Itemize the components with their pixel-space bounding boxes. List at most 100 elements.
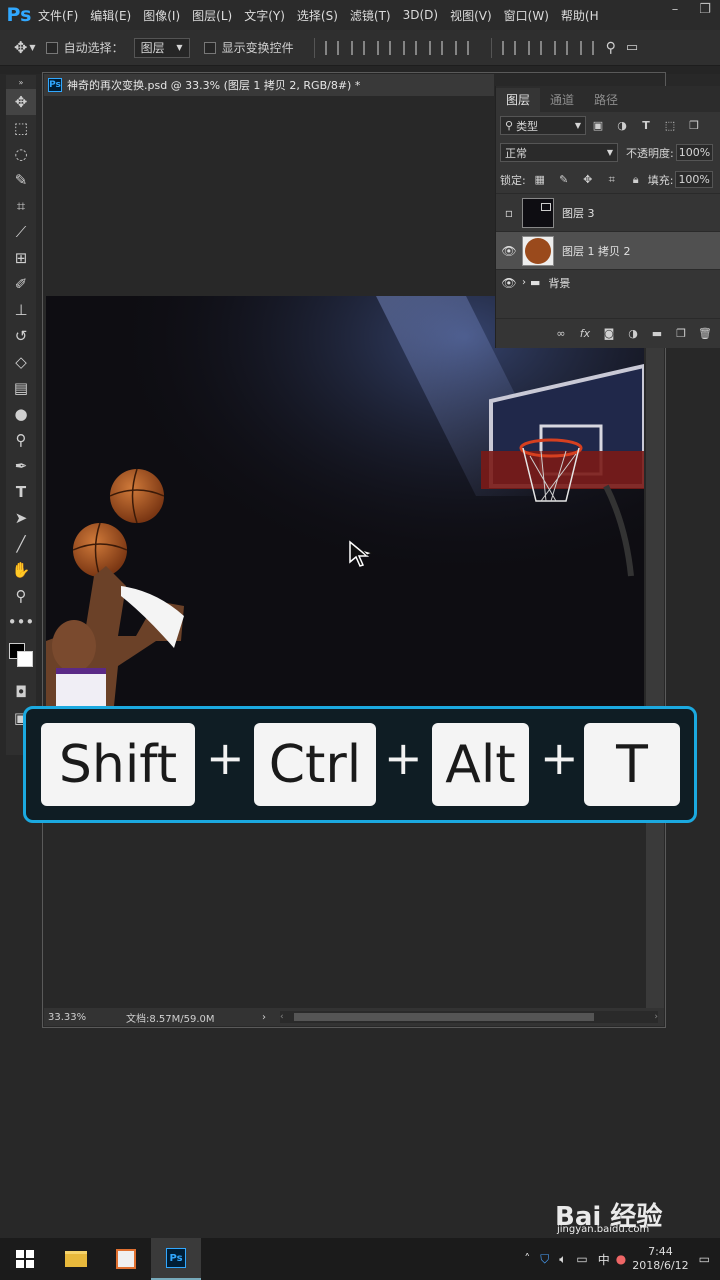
align-right-icon[interactable]	[454, 40, 469, 55]
blend-mode-dropdown[interactable]: 正常 ▼	[500, 143, 618, 162]
menu-filter[interactable]: 滤镜(T)	[350, 7, 391, 24]
search-icon[interactable]: ⚲	[606, 40, 616, 56]
type-tool-icon[interactable]: T	[6, 479, 36, 505]
status-menu-arrow-icon[interactable]: ›	[262, 1012, 274, 1023]
eye-icon[interactable]: 👁︎	[496, 244, 522, 258]
move-tool-icon[interactable]: ✥	[14, 38, 27, 57]
more-tools-icon[interactable]: •••	[6, 609, 36, 635]
windows-start-icon[interactable]	[0, 1238, 50, 1280]
layer-filter-dropdown[interactable]: ⚲ 类型 ▼	[500, 116, 586, 135]
menu-view[interactable]: 视图(V)	[450, 7, 492, 24]
scroll-left-icon[interactable]: ‹	[280, 1012, 284, 1022]
lock-pixels-icon[interactable]: ✎	[557, 173, 571, 187]
layer-name[interactable]: 背景	[548, 275, 570, 291]
lasso-tool-icon[interactable]: ◌	[6, 141, 36, 167]
lock-position-icon[interactable]: ✥	[581, 173, 595, 187]
fx-icon[interactable]: fx	[578, 327, 592, 341]
menu-file[interactable]: 文件(F)	[38, 7, 78, 24]
tab-paths[interactable]: 路径	[584, 88, 628, 112]
lock-artboard-icon[interactable]: ⌗	[605, 173, 619, 187]
layer-name[interactable]: 图层 1 拷贝 2	[562, 243, 631, 259]
dodge-tool-icon[interactable]: ⚲	[6, 427, 36, 453]
document-tab[interactable]: Ps 神奇的再次变换.psd @ 33.3% (图层 1 拷贝 2, RGB/8…	[44, 74, 494, 96]
expand-arrow-icon[interactable]: ›	[522, 277, 526, 288]
brush-tool-icon[interactable]: ✐	[6, 271, 36, 297]
app-tray-icon[interactable]: ●	[616, 1252, 626, 1266]
menu-3d[interactable]: 3D(D)	[403, 8, 438, 22]
opacity-input[interactable]: 100%	[675, 144, 714, 161]
notification-icon[interactable]: ▭	[699, 1252, 710, 1266]
eraser-tool-icon[interactable]: ◇	[6, 349, 36, 375]
healing-brush-tool-icon[interactable]: ⊞	[6, 245, 36, 271]
blur-tool-icon[interactable]: ●	[6, 401, 36, 427]
crop-tool-icon[interactable]: ⌗	[6, 193, 36, 219]
filter-smart-object-icon[interactable]: ❒	[687, 119, 701, 133]
layer-name[interactable]: 图层 3	[562, 205, 595, 221]
photoshop-taskbar-icon[interactable]: Ps	[151, 1238, 201, 1280]
minimize-icon[interactable]: –	[660, 0, 690, 22]
auto-select-checkbox[interactable]	[45, 41, 58, 54]
hand-tool-icon[interactable]: ✋	[6, 557, 36, 583]
fill-input[interactable]: 100%	[675, 171, 713, 188]
zoom-tool-icon[interactable]: ⚲	[6, 583, 36, 609]
show-hidden-icons-icon[interactable]: ˄	[524, 1252, 530, 1266]
volume-icon[interactable]: 🔈︎	[559, 1252, 566, 1267]
quick-selection-tool-icon[interactable]: ✎	[6, 167, 36, 193]
document-info[interactable]: 文档:8.57M/59.0M	[126, 1010, 262, 1025]
filter-adjustment-icon[interactable]: ◑	[615, 119, 629, 133]
clone-stamp-tool-icon[interactable]: ⊥	[6, 297, 36, 323]
filter-shape-icon[interactable]: ⬚	[663, 119, 677, 133]
marquee-tool-icon[interactable]: ⬚	[6, 115, 36, 141]
menu-type[interactable]: 文字(Y)	[244, 7, 285, 24]
adjustment-layer-icon[interactable]: ◑	[626, 327, 640, 341]
trash-icon[interactable]: 🗑︎	[698, 327, 712, 341]
visibility-off-icon[interactable]: ▫	[496, 206, 522, 220]
menu-edit[interactable]: 编辑(E)	[90, 7, 131, 24]
app-icon[interactable]	[101, 1238, 151, 1280]
scrollbar-thumb[interactable]	[293, 1013, 594, 1021]
lock-all-icon[interactable]: 🔒︎	[629, 173, 643, 187]
auto-select-dropdown[interactable]: 图层 ▼	[133, 37, 190, 58]
tab-layers[interactable]: 图层	[496, 88, 541, 112]
security-shield-icon[interactable]: ⛉	[540, 1252, 549, 1267]
distribute-vcenter-icon[interactable]	[527, 40, 542, 55]
distribute-top-icon[interactable]	[501, 40, 516, 55]
filter-pixel-icon[interactable]: ▣	[591, 119, 605, 133]
canvas-image[interactable]	[46, 296, 644, 706]
menu-layer[interactable]: 图层(L)	[192, 7, 232, 24]
distribute-bottom-icon[interactable]	[553, 40, 568, 55]
menu-window[interactable]: 窗口(W)	[504, 7, 549, 24]
show-transform-checkbox[interactable]	[203, 41, 216, 54]
lock-transparency-icon[interactable]: ▦	[533, 173, 547, 187]
gradient-tool-icon[interactable]: ▤	[6, 375, 36, 401]
path-selection-tool-icon[interactable]: ➤	[6, 505, 36, 531]
align-top-icon[interactable]	[324, 40, 339, 55]
history-brush-tool-icon[interactable]: ↺	[6, 323, 36, 349]
menu-help[interactable]: 帮助(H	[561, 7, 599, 24]
menu-select[interactable]: 选择(S)	[297, 7, 338, 24]
align-left-icon[interactable]	[402, 40, 417, 55]
align-hcenter-icon[interactable]	[428, 40, 443, 55]
color-swatches-icon[interactable]	[6, 635, 36, 679]
layer-row[interactable]: ▫ 图层 3	[496, 193, 720, 231]
layer-row-selected[interactable]: 👁︎ 图层 1 拷贝 2	[496, 231, 720, 269]
workspace-icon[interactable]: ▭	[626, 40, 638, 55]
filter-type-icon[interactable]: T	[639, 119, 653, 133]
line-tool-icon[interactable]: ╱	[6, 531, 36, 557]
align-vcenter-icon[interactable]	[350, 40, 365, 55]
network-icon[interactable]: ▭	[576, 1252, 587, 1266]
layer-group-row[interactable]: 👁︎ › ▬ 背景	[496, 269, 720, 295]
align-bottom-icon[interactable]	[376, 40, 391, 55]
restore-icon[interactable]: ❐	[690, 0, 720, 22]
link-layers-icon[interactable]: ∞	[554, 327, 568, 341]
new-group-icon[interactable]: ▬	[650, 327, 664, 341]
clock[interactable]: 7:44 2018/6/12	[632, 1245, 688, 1273]
file-explorer-icon[interactable]	[51, 1238, 101, 1280]
collapse-icon[interactable]: »	[6, 75, 36, 89]
scroll-right-icon[interactable]: ›	[654, 1012, 658, 1022]
tab-channels[interactable]: 通道	[540, 88, 584, 112]
tool-preset-dropdown-icon[interactable]: ▼	[29, 43, 35, 52]
eye-icon[interactable]: 👁︎	[496, 276, 522, 290]
pen-tool-icon[interactable]: ✒	[6, 453, 36, 479]
quick-mask-icon[interactable]: ◘	[6, 679, 36, 705]
